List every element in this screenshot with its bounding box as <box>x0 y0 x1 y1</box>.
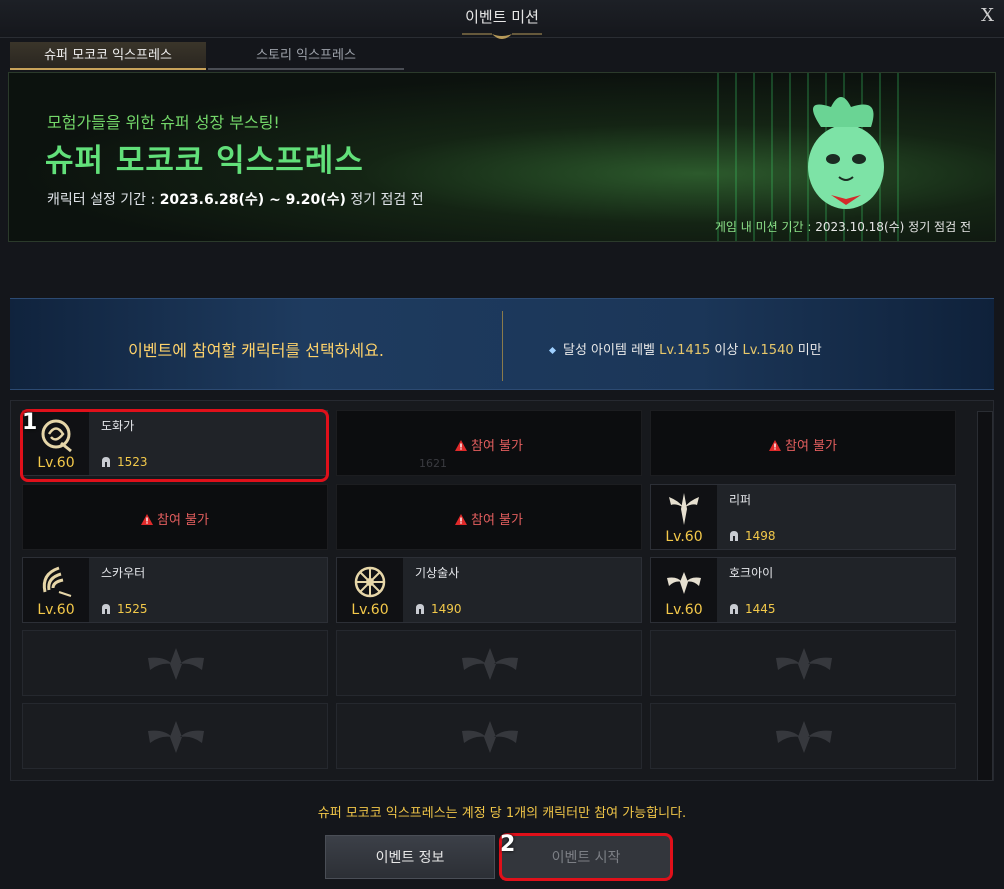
mokoko-mascot-icon <box>808 97 884 209</box>
scouter-class-icon <box>42 566 72 597</box>
not-eligible-text: 참여 불가 <box>471 439 523 454</box>
empty-character-slot <box>336 630 642 696</box>
character-name: 호크아이 <box>729 566 774 580</box>
character-level: Lv.60 <box>665 529 703 545</box>
reaper-class-icon <box>669 493 699 525</box>
aeromancer-class-icon <box>354 566 386 598</box>
item-level-value: 1498 <box>745 529 776 543</box>
character-card-scouter[interactable]: Lv.60 스카우터 1525 <box>22 557 328 623</box>
character-card-aeromancer[interactable]: Lv.60 기상술사 1490 <box>336 557 642 623</box>
participation-notice: 슈퍼 모코코 익스프레스는 계정 당 1개의 캐릭터만 참여 가능합니다. <box>317 806 687 821</box>
banner-subtitle: 모험가들을 위한 슈퍼 성장 부스팅! <box>47 113 280 132</box>
mission-period-value: 2023.10.18(수) 정기 점검 전 <box>815 220 971 234</box>
character-item-level: 1498 <box>729 529 776 543</box>
annotation-highlight-2 <box>499 833 673 881</box>
selection-header: 이벤트에 참여할 캐릭터를 선택하세요. 달성 아이템 레벨 Lv.1415 이… <box>10 298 994 390</box>
character-name: 기상술사 <box>415 566 460 580</box>
empty-character-slot <box>22 703 328 769</box>
empty-slot-emblem-icon <box>462 721 518 753</box>
dimmed-item-level: 1621 <box>419 457 447 470</box>
character-portrait: Lv.60 <box>651 558 717 622</box>
character-card-locked[interactable]: 참여 불가 <box>22 484 328 550</box>
empty-slot-emblem-icon <box>462 648 518 680</box>
grid-scrollbar[interactable] <box>977 411 993 781</box>
warning-icon <box>455 440 467 451</box>
tab-bar: 슈퍼 모코코 익스프레스 스토리 익스프레스 <box>10 42 404 72</box>
character-level: Lv.60 <box>351 602 389 618</box>
title-ornament-icon <box>462 33 542 39</box>
character-card-locked[interactable]: 참여 불가 <box>650 410 956 476</box>
item-level-value: 1445 <box>745 602 776 616</box>
event-banner: 모험가들을 위한 슈퍼 성장 부스팅! 슈퍼 모코코 익스프레스 캐릭터 설정 … <box>8 72 996 242</box>
selection-divider <box>502 311 503 381</box>
bullet-diamond-icon <box>548 346 557 355</box>
warning-icon <box>455 514 467 525</box>
req-mid: 이상 <box>710 343 743 358</box>
item-level-value: 1490 <box>431 602 462 616</box>
helmet-icon <box>416 604 424 614</box>
hawkeye-class-icon <box>667 572 701 594</box>
window-title: 이벤트 미션 <box>465 8 539 26</box>
character-level: Lv.60 <box>665 602 703 618</box>
empty-slot-emblem-icon <box>148 721 204 753</box>
not-eligible-label: 참여 불가 <box>651 435 955 454</box>
empty-character-slot <box>22 630 328 696</box>
title-bar: 이벤트 미션 X <box>0 0 1004 39</box>
warning-icon <box>141 514 153 525</box>
character-item-level: 1525 <box>101 602 148 616</box>
character-item-level: 1490 <box>415 602 462 616</box>
helmet-icon <box>102 604 110 614</box>
character-portrait: Lv.60 <box>337 558 403 622</box>
req-suffix: 미만 <box>793 343 822 358</box>
empty-character-slot <box>336 703 642 769</box>
item-level-requirement: 달성 아이템 레벨 Lv.1415 이상 Lv.1540 미만 <box>548 339 822 358</box>
helmet-icon <box>730 531 738 541</box>
character-card-locked[interactable]: 참여 불가 1621 <box>336 410 642 476</box>
character-card-hawkeye[interactable]: Lv.60 호크아이 1445 <box>650 557 956 623</box>
req-min-level: Lv.1415 <box>659 343 711 358</box>
mission-period: 게임 내 미션 기간 : 2023.10.18(수) 정기 점검 전 <box>715 218 971 235</box>
annotation-number-2: 2 <box>500 832 516 857</box>
annotation-number-1: 1 <box>22 410 38 435</box>
not-eligible-label: 참여 불가 <box>337 435 641 454</box>
not-eligible-label: 참여 불가 <box>337 509 641 528</box>
not-eligible-label: 참여 불가 <box>23 509 327 528</box>
tab-story-express[interactable]: 스토리 익스프레스 <box>208 42 404 70</box>
event-info-button[interactable]: 이벤트 정보 <box>325 835 495 879</box>
empty-slot-emblem-icon <box>148 648 204 680</box>
warning-icon <box>769 440 781 451</box>
req-prefix: 달성 아이템 레벨 <box>563 343 660 358</box>
empty-character-slot <box>650 703 956 769</box>
character-name: 리퍼 <box>729 493 752 507</box>
banner-title: 슈퍼 모코코 익스프레스 <box>45 143 364 179</box>
character-card-reaper[interactable]: Lv.60 리퍼 1498 <box>650 484 956 550</box>
setup-period: 캐릭터 설정 기간 : 2023.6.28(수) ~ 9.20(수) 정기 점검… <box>47 189 424 209</box>
helmet-icon <box>730 604 738 614</box>
empty-character-slot <box>650 630 956 696</box>
not-eligible-text: 참여 불가 <box>157 513 209 528</box>
not-eligible-text: 참여 불가 <box>785 439 837 454</box>
character-item-level: 1445 <box>729 602 776 616</box>
not-eligible-text: 참여 불가 <box>471 513 523 528</box>
setup-period-label: 캐릭터 설정 기간 : <box>47 192 160 208</box>
mission-period-label: 게임 내 미션 기간 : <box>714 220 816 234</box>
character-level: Lv.60 <box>37 602 75 618</box>
tab-super-mokoko[interactable]: 슈퍼 모코코 익스프레스 <box>10 42 206 70</box>
character-card-locked[interactable]: 참여 불가 <box>336 484 642 550</box>
setup-period-suffix: 정기 점검 전 <box>345 192 424 208</box>
item-level-value: 1525 <box>117 602 148 616</box>
annotation-highlight-1 <box>20 409 329 482</box>
req-max-level: Lv.1540 <box>742 343 794 358</box>
setup-period-dates: 2023.6.28(수) ~ 9.20(수) <box>159 192 346 208</box>
character-portrait: Lv.60 <box>23 558 89 622</box>
character-name: 스카우터 <box>101 566 146 580</box>
empty-slot-emblem-icon <box>776 648 832 680</box>
empty-slot-emblem-icon <box>776 721 832 753</box>
close-button[interactable]: X <box>981 5 994 26</box>
select-character-message: 이벤트에 참여할 캐릭터를 선택하세요. <box>128 341 384 360</box>
character-portrait: Lv.60 <box>651 485 717 549</box>
